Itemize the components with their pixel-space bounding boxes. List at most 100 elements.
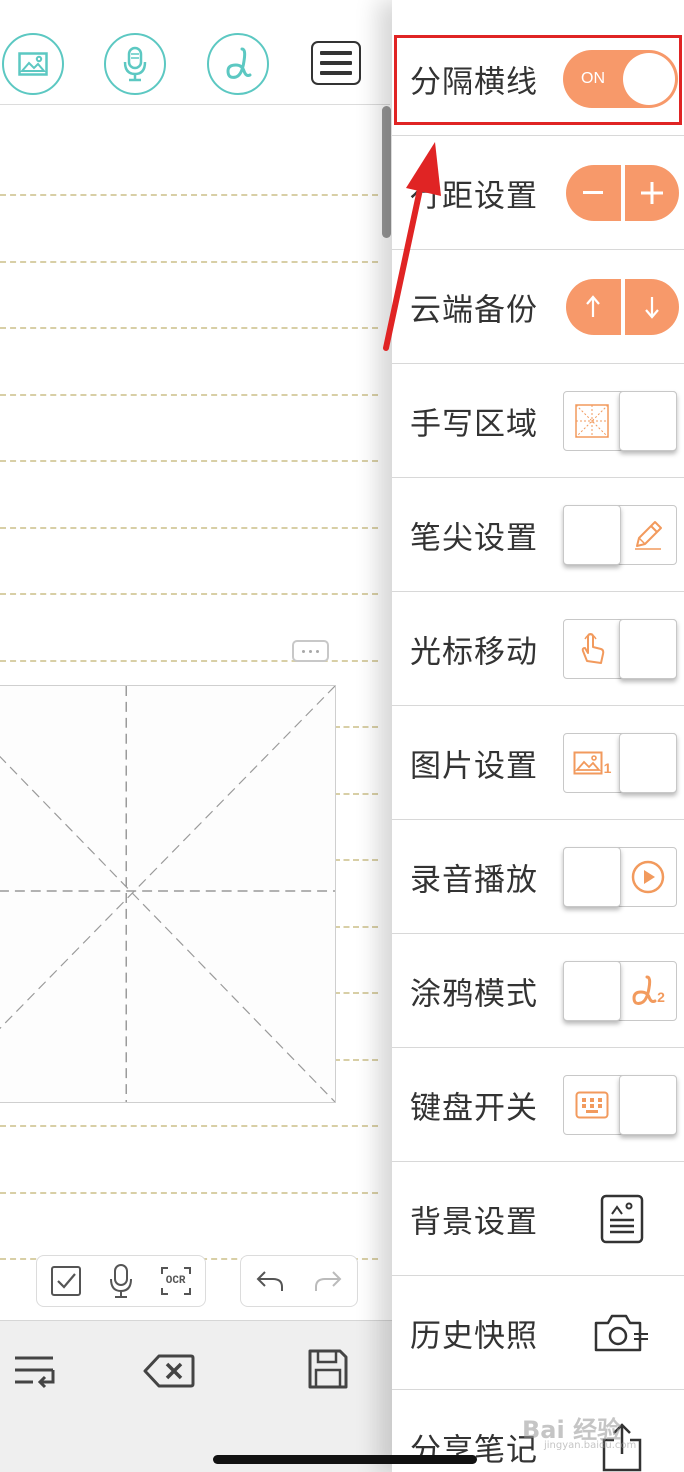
cursor-move-switch[interactable] — [563, 618, 677, 679]
row-cursor-move: 光标移动 — [392, 592, 684, 706]
ruled-line — [0, 593, 378, 595]
handwriting-area[interactable] — [0, 685, 336, 1103]
row-audio-playback: 录音播放 — [392, 820, 684, 934]
ruled-line — [0, 527, 378, 529]
image-insert-button[interactable] — [2, 33, 64, 95]
more-dots-icon — [302, 649, 305, 653]
ruled-line — [0, 1125, 378, 1127]
pen-tip-switch[interactable] — [563, 504, 677, 565]
microphone-icon — [123, 46, 147, 82]
minus-icon — [583, 190, 604, 194]
switch-thumb — [563, 846, 621, 907]
switch-thumb — [563, 960, 621, 1021]
ruled-line — [0, 261, 378, 263]
arrow-up-icon — [586, 294, 601, 317]
play-circle-icon — [631, 860, 665, 893]
switch-thumb — [619, 732, 677, 793]
doodle-button[interactable] — [207, 33, 269, 95]
ruled-line — [334, 992, 378, 994]
row-label: 手写区域 — [410, 406, 538, 442]
home-indicator[interactable] — [213, 1455, 477, 1464]
increase-spacing-button[interactable] — [624, 164, 679, 221]
backspace-button[interactable] — [142, 1351, 196, 1391]
row-label: 涂鸦模式 — [410, 976, 538, 1012]
ocr-button[interactable]: OCR — [160, 1266, 192, 1296]
more-options-button[interactable] — [292, 640, 329, 662]
ocr-icon: OCR — [160, 1266, 192, 1296]
image-insert-icon — [18, 52, 48, 76]
ruled-line — [334, 793, 378, 795]
doodle-icon — [632, 975, 657, 1005]
switch-thumb — [619, 390, 677, 451]
redo-icon — [315, 1271, 342, 1291]
cloud-backup-controls — [566, 278, 679, 335]
background-settings-button[interactable] — [592, 1191, 652, 1247]
row-history-snapshot[interactable]: 历史快照 — [392, 1276, 684, 1390]
row-label: 图片设置 — [410, 748, 538, 784]
background-icon — [600, 1194, 644, 1243]
voice-record-button[interactable] — [104, 33, 166, 95]
row-image-settings: 图片设置 1 — [392, 706, 684, 820]
row-label: 笔尖设置 — [410, 520, 538, 556]
row-label: 录音播放 — [410, 862, 538, 898]
row-background[interactable]: 背景设置 — [392, 1162, 684, 1276]
checkbox-button[interactable] — [50, 1265, 82, 1297]
save-icon — [308, 1349, 348, 1389]
audio-playback-switch[interactable] — [563, 846, 677, 907]
upload-backup-button[interactable] — [566, 278, 621, 335]
ruled-line — [334, 1059, 378, 1061]
row-label: 背景设置 — [410, 1204, 538, 1240]
grid-box-icon — [575, 403, 609, 438]
menu-list-icon — [320, 51, 352, 55]
handwriting-guide-grid — [0, 686, 335, 1102]
watermark-sub: jingyan.baidu.com — [544, 1440, 637, 1451]
doodle-pen-icon — [226, 47, 252, 79]
line-break-button[interactable] — [12, 1351, 58, 1391]
switch-thumb — [619, 618, 677, 679]
bottom-bar — [0, 1320, 392, 1472]
note-editor[interactable]: OCR — [0, 0, 392, 1472]
menu-button[interactable] — [311, 41, 361, 85]
ruled-line — [0, 460, 378, 462]
doodle-mode-switch[interactable]: 2 — [563, 960, 677, 1021]
line-break-icon — [15, 1356, 55, 1389]
toolbar-divider — [0, 104, 390, 105]
highlight-box — [394, 35, 682, 125]
ruled-line — [334, 726, 378, 728]
ruled-line — [0, 1192, 378, 1194]
finger-tap-icon — [581, 632, 605, 664]
redo-button[interactable] — [313, 1269, 343, 1293]
keyboard-switch[interactable] — [563, 1074, 677, 1135]
row-doodle-mode: 涂鸦模式 2 — [392, 934, 684, 1048]
arrow-down-icon — [644, 296, 659, 319]
ruled-line — [334, 859, 378, 861]
microphone-icon — [109, 1264, 132, 1298]
save-button[interactable] — [306, 1347, 350, 1391]
image-mode-badge: 1 — [603, 759, 612, 776]
image-settings-switch[interactable]: 1 — [563, 732, 677, 793]
download-backup-button[interactable] — [624, 278, 679, 335]
checkbox-icon — [51, 1266, 82, 1296]
ruled-line — [0, 327, 378, 329]
row-label: 历史快照 — [410, 1318, 538, 1354]
pointer-arrow-icon — [383, 142, 441, 351]
pencil-icon — [635, 520, 662, 550]
voice-input-button[interactable] — [109, 1263, 133, 1299]
image-icon — [573, 751, 603, 774]
handwriting-area-switch[interactable] — [563, 390, 677, 451]
row-label: 光标移动 — [410, 634, 538, 670]
ocr-label: OCR — [165, 1275, 186, 1287]
plus-icon — [640, 181, 663, 204]
line-spacing-stepper — [566, 164, 679, 221]
row-label: 键盘开关 — [410, 1090, 538, 1126]
backspace-icon — [143, 1354, 195, 1388]
history-snapshot-button[interactable] — [592, 1305, 652, 1361]
switch-thumb — [619, 1074, 677, 1135]
undo-button[interactable] — [255, 1269, 285, 1293]
row-pen-tip: 笔尖设置 — [392, 478, 684, 592]
ruled-line — [0, 194, 378, 196]
decrease-spacing-button[interactable] — [566, 164, 621, 221]
ruled-line — [0, 394, 378, 396]
keyboard-icon — [575, 1091, 609, 1118]
switch-thumb — [563, 504, 621, 565]
